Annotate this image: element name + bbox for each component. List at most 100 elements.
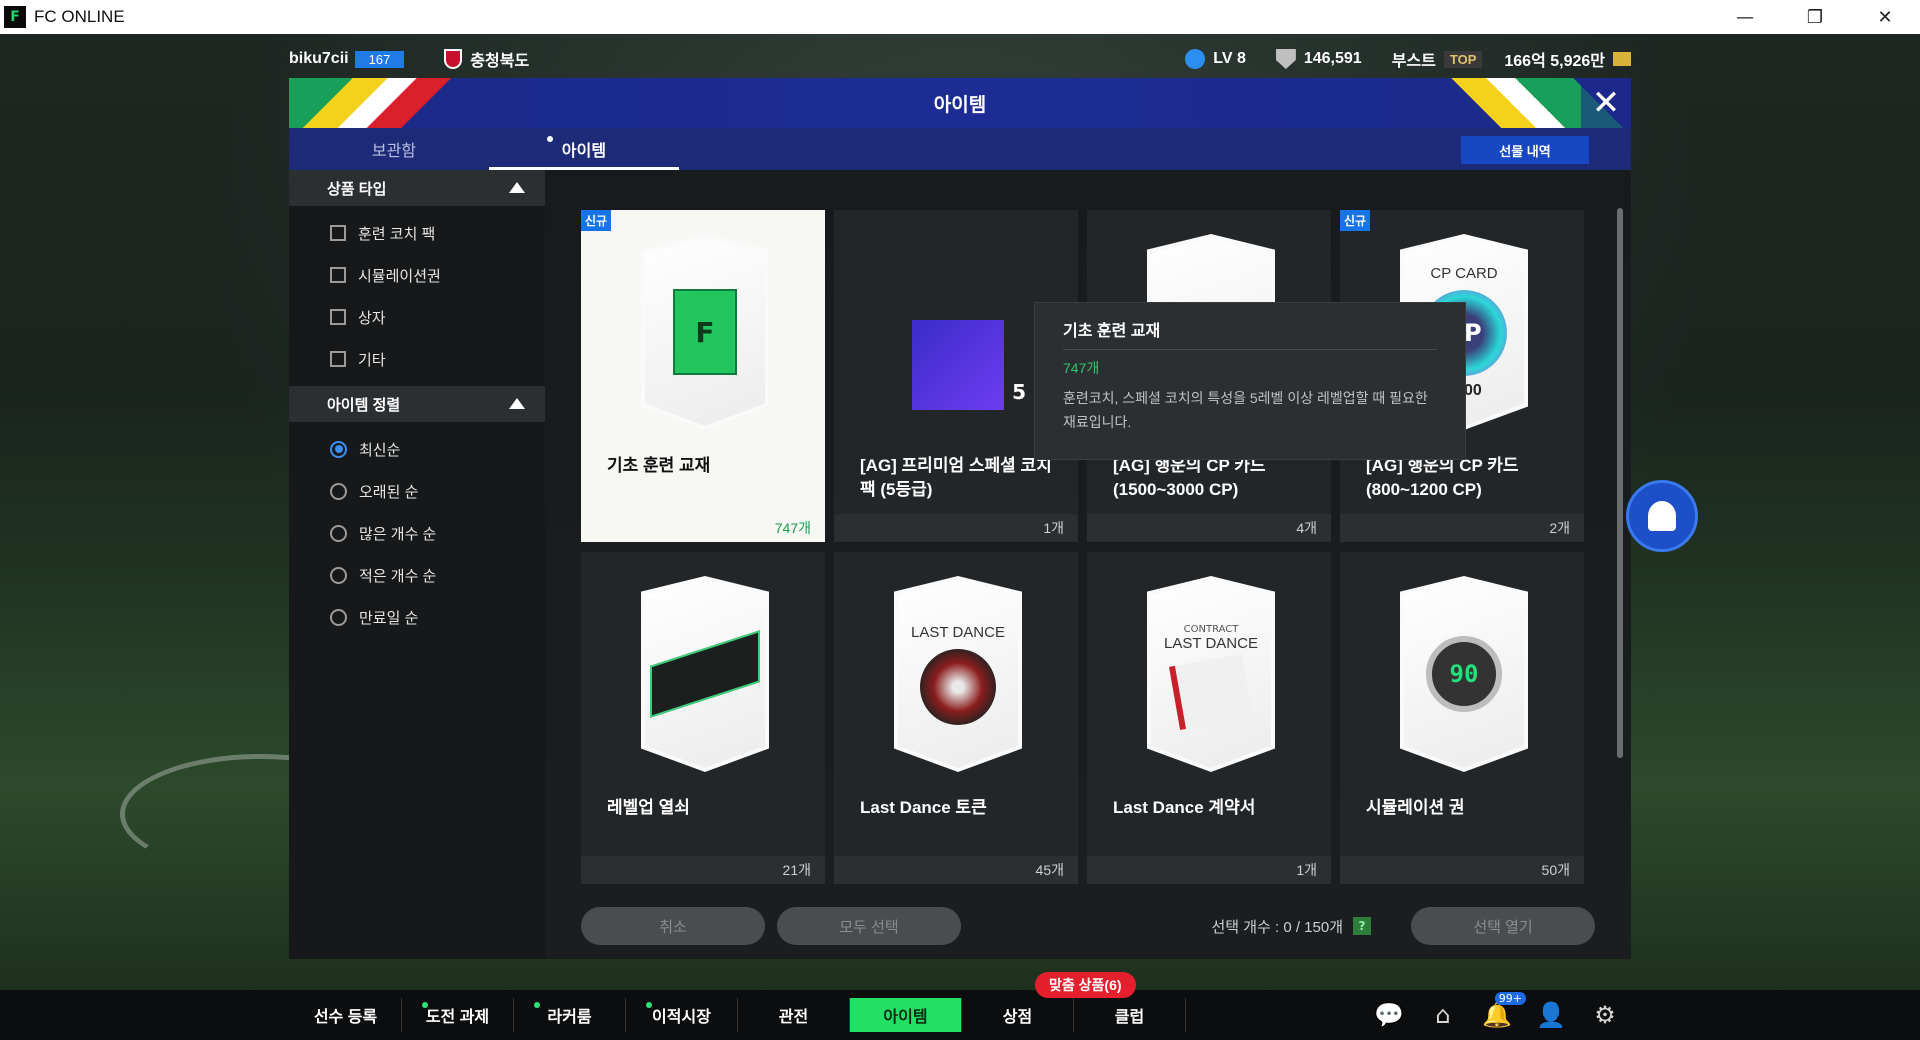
type-filter-etc[interactable]: 기타 [289,338,545,380]
panel-close-button[interactable]: ✕ [1581,78,1631,128]
nav-challenges[interactable]: 도전 과제 [402,998,514,1032]
type-filter-label: 시뮬레이션권 [358,267,441,285]
nav-dot [422,1002,428,1008]
close-window-button[interactable]: ✕ [1850,0,1920,34]
cancel-button[interactable]: 취소 [581,907,765,945]
radio-selected-icon [330,440,347,458]
chat-icon[interactable]: 💬 [1374,1000,1404,1030]
fc-logo-icon: F [4,6,26,28]
nav-dot [534,1002,540,1008]
type-filter-box[interactable]: 상자 [289,296,545,338]
new-badge: 신규 [1340,210,1371,231]
points-value: 146,591 [1303,50,1362,67]
sort-expiry[interactable]: 만료일 순 [289,596,545,638]
item-card[interactable]: 레벨업 열쇠 21개 [581,552,825,884]
help-icon[interactable]: ? [1353,917,1371,935]
bell-icon[interactable]: 🔔 99+ [1482,992,1526,1030]
radio-icon [330,608,347,626]
maximize-button[interactable]: ❐ [1780,0,1850,34]
sort-label: 최신순 [359,441,401,459]
tab-items-label: 아이템 [561,143,607,160]
open-selected-button[interactable]: 선택 열기 [1411,907,1595,945]
grid-scrollbar[interactable] [1617,208,1623,758]
status-bar: biku7cii 167 충청북도 LV 8 146,591 부스트 TOP 1… [289,44,1631,74]
nav-player-register[interactable]: 선수 등록 [290,998,402,1032]
points-shield-icon [1275,49,1296,69]
sort-oldest[interactable]: 오래된 순 [289,470,545,512]
home-icon[interactable]: ⌂ [1428,1000,1458,1030]
nav-transfer-market[interactable]: 이적시장 [626,998,738,1032]
sort-most[interactable]: 많은 개수 순 [289,512,545,554]
type-filter-label: 훈련 코치 팩 [358,225,436,243]
settings-icon[interactable]: ⚙ [1590,1000,1620,1030]
window-title: FC ONLINE [34,7,125,26]
nav-shop[interactable]: 상점 [962,998,1074,1032]
select-all-button[interactable]: 모두 선택 [777,907,961,945]
type-filter-coach-pack[interactable]: 훈련 코치 팩 [289,212,545,254]
item-name: Last Dance 계약서 [1113,798,1256,817]
item-card[interactable]: CONTRACT LAST DANCE Last Dance 계약서 1개 [1087,552,1331,884]
action-row: 취소 모두 선택 선택 개수 : 0 / 150개 ? 선택 열기 [581,907,1595,945]
count-strip [1087,856,1331,884]
sort-least[interactable]: 적은 개수 순 [289,554,545,596]
money-value: 166억 5,926만 [1504,53,1605,70]
filter-sidebar: 상품 타입 훈련 코치 팩 시뮬레이션권 상자 기타 아이템 정렬 최신순 오래… [289,170,545,959]
item-count: 747개 [774,520,811,536]
type-filter-simulation[interactable]: 시뮬레이션권 [289,254,545,296]
tab-storage[interactable]: 보관함 [299,128,489,170]
item-art [641,576,769,772]
sort-title: 아이템 정렬 [327,396,401,414]
card-content [641,576,769,772]
item-card[interactable]: F 신규 기초 훈련 교재 747개 [581,210,825,542]
boost-label: 부스트 [1391,53,1436,70]
username: biku7cii [289,50,349,67]
coach-pack-box-icon [912,320,1004,410]
checkbox-icon [330,351,346,367]
card-art-title: LAST DANCE [1164,635,1258,652]
nav-items-tab[interactable]: 아이템 [850,998,962,1032]
item-card[interactable]: 90 시뮬레이션 권 50개 [1340,552,1584,884]
profile-icon[interactable]: 👤 [1536,1000,1566,1030]
bottom-navigation: 선수 등록 도전 과제 라커룸 이적시장 관전 아이템 상점 클럽 [0,990,1920,1040]
card-content: 5 [894,234,1026,430]
sort-newest[interactable]: 최신순 [289,428,545,470]
nav-icon-group: 💬 ⌂ 🔔 99+ 👤 ⚙ [1374,992,1620,1035]
type-filter-label: 상자 [358,309,386,327]
sort-label: 많은 개수 순 [359,525,437,543]
nav-spectate[interactable]: 관전 [738,998,850,1032]
nav-locker-room[interactable]: 라커룸 [514,998,626,1032]
item-art: 5 [894,234,1026,430]
tab-items[interactable]: 아이템 [489,128,679,170]
gift-history-button[interactable]: 선물 내역 [1461,136,1589,164]
item-art: CONTRACT LAST DANCE [1147,576,1275,772]
item-grid-area: F 신규 기초 훈련 교재 747개 5 [AG] 프리미엄 스페셜 코치팩 (… [545,170,1631,959]
item-card[interactable]: LAST DANCE Last Dance 토큰 45개 [834,552,1078,884]
nav-club[interactable]: 클럽 [1074,998,1186,1032]
item-name: [AG] 프리미엄 스페셜 코치팩 (5등급) [860,456,1052,499]
radio-icon [330,482,347,500]
card-art-subtitle: CONTRACT [1183,624,1239,635]
type-filter-header[interactable]: 상품 타입 [289,170,545,206]
type-filter-title: 상품 타입 [327,180,387,198]
sort-header[interactable]: 아이템 정렬 [289,386,545,422]
panel-tabs: 보관함 아이템 선물 내역 [289,128,1631,170]
item-name: 기초 훈련 교재 [607,456,711,475]
region-emblem-icon [444,49,463,69]
custom-offer-badge[interactable]: 맞춤 상품(6) [1035,972,1136,998]
item-art: 90 [1400,576,1528,772]
notification-badge: 99+ [1494,992,1526,1005]
friend-chat-button[interactable] [1626,480,1698,552]
coach-grade: 5 [1012,380,1026,404]
item-count: 50개 [1541,862,1570,878]
item-art: LAST DANCE [894,576,1022,772]
item-count: 45개 [1035,862,1064,878]
card-content: CONTRACT LAST DANCE [1147,576,1275,772]
minimize-button[interactable]: — [1710,0,1780,34]
user-level-badge: 167 [354,50,405,68]
tooltip-count: 747개 [1063,360,1100,376]
nav-label: 이적시장 [652,1009,711,1026]
sort-label: 오래된 순 [359,483,419,501]
item-name: [AG] 행운의 CP 카드 (1500~3000 CP) [1113,456,1266,499]
tooltip-title: 기초 훈련 교재 [1063,317,1437,350]
sort-label: 만료일 순 [359,609,419,627]
